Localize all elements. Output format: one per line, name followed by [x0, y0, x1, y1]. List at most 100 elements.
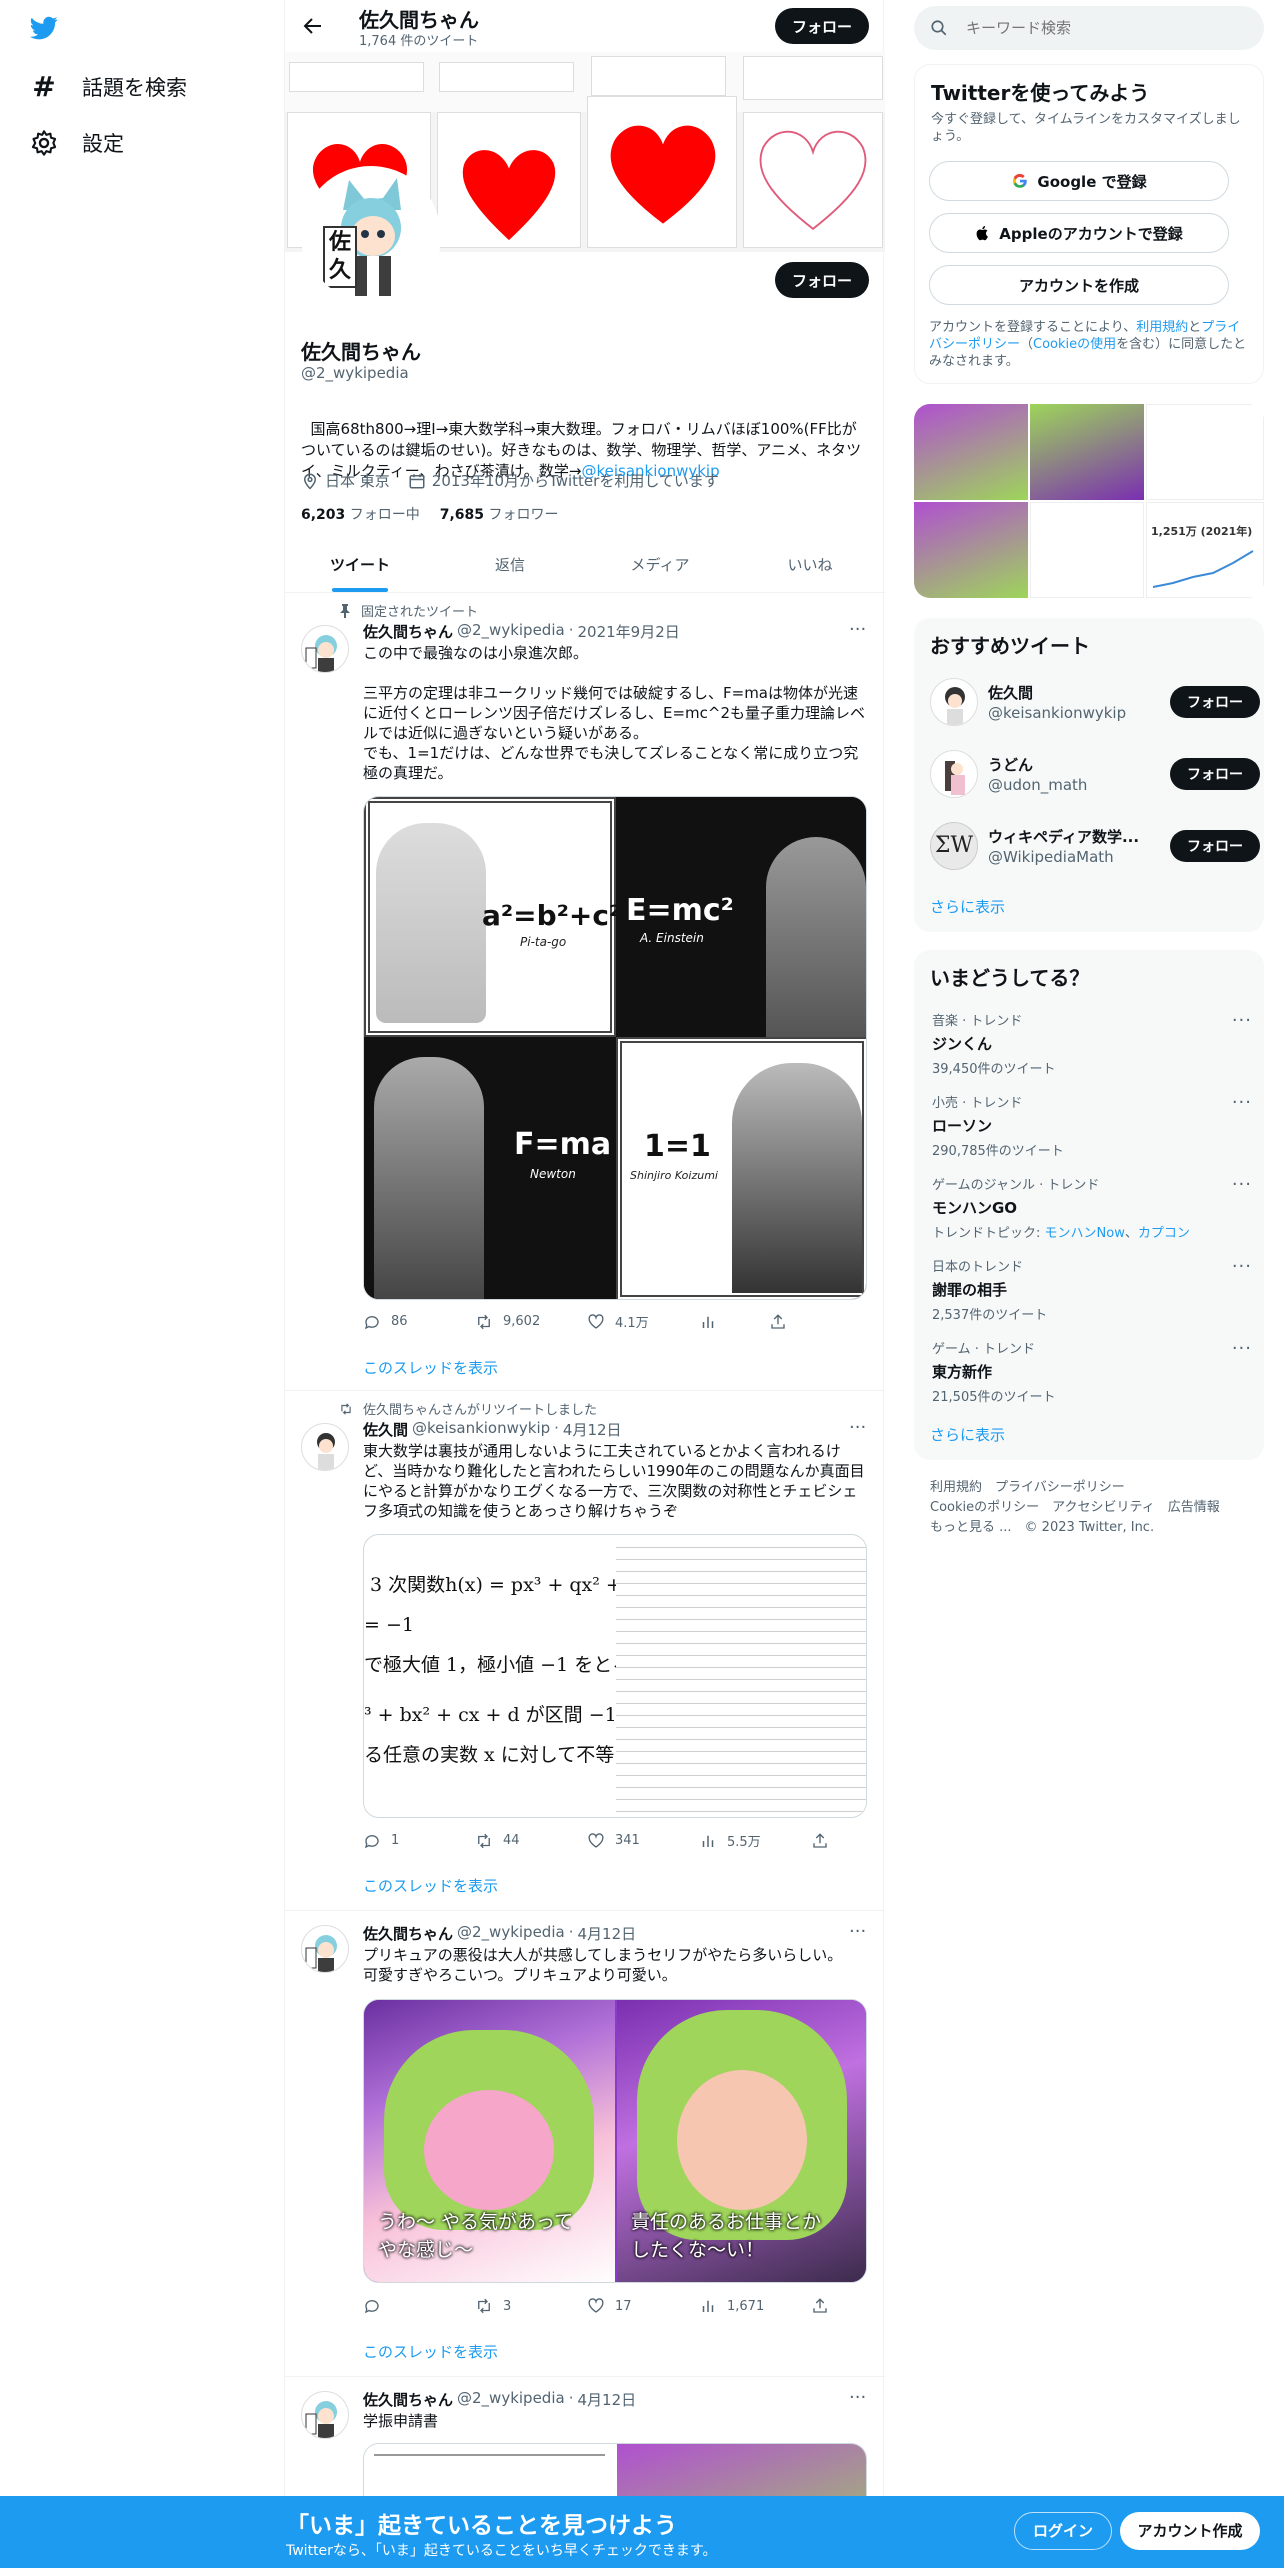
- tweet-date[interactable]: 4月12日: [577, 2389, 636, 2410]
- trend-topic-link[interactable]: カプコン: [1138, 1226, 1190, 1241]
- avatar[interactable]: [301, 1925, 349, 1973]
- retweet-button[interactable]: 9,602: [475, 1312, 587, 1331]
- create-account-button[interactable]: アカウントを作成: [929, 265, 1229, 305]
- more-icon[interactable]: ···: [849, 1417, 866, 1438]
- analytics-button[interactable]: [699, 1312, 769, 1331]
- more-icon[interactable]: ···: [1232, 1338, 1252, 1359]
- trend-item[interactable]: ゲームのジャンル · トレンド モンハンGO トレンドトピック: モンハンNow…: [932, 1174, 1252, 1241]
- tweet-author-handle[interactable]: @keisankionwykip: [412, 1419, 550, 1440]
- more-icon[interactable]: ···: [849, 619, 866, 640]
- media-thumb[interactable]: [1030, 502, 1144, 598]
- recommend-user[interactable]: ΣW ウィキペディア数学... @WikipediaMath フォロー: [928, 816, 1260, 876]
- footer-link[interactable]: Cookieのポリシー: [930, 1500, 1039, 1515]
- tweet-author-name[interactable]: 佐久間ちゃん: [363, 621, 453, 642]
- avatar[interactable]: [301, 1423, 349, 1471]
- recommend-user[interactable]: 佐久間 @keisankionwykip フォロー: [928, 672, 1260, 732]
- footer-link[interactable]: アクセシビリティ: [1052, 1500, 1155, 1515]
- tweet-image-pair[interactable]: うわ〜 やる気があって やな感じ〜 責任のあるお仕事とか したくな〜い！: [363, 1999, 867, 2283]
- apple-signup-button[interactable]: Appleのアカウントで登録: [929, 213, 1229, 253]
- tweet[interactable]: 固定されたツイート 佐久間ちゃん @2_wykipedia · 2021年9月2…: [285, 593, 885, 1391]
- footer-link[interactable]: 利用規約: [930, 1480, 982, 1495]
- share-button[interactable]: [811, 2297, 851, 2315]
- tweet-author-name[interactable]: 佐久間ちゃん: [363, 2389, 453, 2410]
- tab-replies[interactable]: 返信: [435, 540, 585, 592]
- like-button[interactable]: 4.1万: [587, 1312, 699, 1331]
- search-input[interactable]: [966, 19, 1226, 37]
- media-thumb[interactable]: [914, 404, 1028, 500]
- trend-item[interactable]: 日本のトレンド 謝罪の相手 2,537件のツイート ···: [932, 1256, 1252, 1323]
- more-icon[interactable]: ···: [1232, 1256, 1252, 1277]
- media-thumb[interactable]: [1030, 404, 1144, 500]
- tweet-image-grid[interactable]: a²=b²+c² Pi-ta-go E=mc² A. Einstein F=ma…: [363, 796, 867, 1300]
- more-icon[interactable]: ···: [849, 2387, 866, 2408]
- login-button[interactable]: ログイン: [1014, 2512, 1112, 2550]
- tweet-author-name[interactable]: 佐久間ちゃん: [363, 1923, 453, 1944]
- views-button[interactable]: 5.5万: [699, 1831, 811, 1850]
- trend-item[interactable]: 小売 · トレンド ローソン 290,785件のツイート ···: [932, 1092, 1252, 1159]
- show-thread-link[interactable]: このスレッドを表示: [363, 2341, 498, 2362]
- tweet-image-math[interactable]: 3 次関数h(x) = px³ + qx² + r = −1 で極大値 1，極小…: [363, 1534, 867, 1818]
- more-icon[interactable]: ···: [1232, 1174, 1252, 1195]
- following-stat[interactable]: 6,203 フォロー中: [301, 504, 420, 524]
- reply-button[interactable]: [363, 2297, 475, 2315]
- more-icon[interactable]: ···: [1232, 1010, 1252, 1031]
- reply-button[interactable]: 86: [363, 1312, 475, 1331]
- trend-item[interactable]: 音楽 · トレンド ジンくん 39,450件のツイート ···: [932, 1010, 1252, 1077]
- profile-avatar[interactable]: 佐久: [301, 166, 441, 306]
- share-button[interactable]: [811, 1831, 851, 1850]
- more-icon[interactable]: ···: [1232, 1092, 1252, 1113]
- header-follow-button[interactable]: フォロー: [775, 8, 869, 44]
- twitter-logo-icon[interactable]: [28, 14, 60, 42]
- recommend-show-more[interactable]: さらに表示: [930, 896, 1005, 917]
- recommend-follow-button[interactable]: フォロー: [1170, 830, 1260, 862]
- tweet[interactable]: 佐久間ちゃん @2_wykipedia · 4月12日 ··· プリキュアの悪役…: [285, 1911, 885, 2377]
- nav-explore[interactable]: # 話題を検索: [30, 70, 187, 103]
- media-thumb-chart: [1153, 550, 1254, 588]
- media-thumbnail-grid[interactable]: 1,251万 (2021年): [914, 404, 1264, 598]
- media-thumb[interactable]: [914, 502, 1028, 598]
- tweet-date[interactable]: 4月12日: [577, 1923, 636, 1944]
- media-thumb[interactable]: [1146, 404, 1264, 500]
- trend-topic-link[interactable]: モンハンNow: [1045, 1226, 1125, 1241]
- nav-settings[interactable]: 設定: [30, 128, 124, 158]
- tweet-author-handle[interactable]: @2_wykipedia: [457, 2389, 565, 2410]
- tweet-author-handle[interactable]: @2_wykipedia: [457, 621, 565, 642]
- footer-link[interactable]: 広告情報: [1168, 1500, 1220, 1515]
- avatar[interactable]: [301, 2391, 349, 2439]
- tweet[interactable]: 佐久間ちゃんさんがリツイートしました 佐久間 @keisankionwykip …: [285, 1391, 885, 1911]
- recommend-follow-button[interactable]: フォロー: [1170, 758, 1260, 790]
- back-arrow-icon[interactable]: [301, 14, 325, 38]
- cookie-link[interactable]: Cookieの使用: [1033, 337, 1116, 352]
- trend-item[interactable]: ゲーム · トレンド 東方新作 21,505件のツイート ···: [932, 1338, 1252, 1405]
- more-icon[interactable]: ···: [849, 1921, 866, 1942]
- like-button[interactable]: 17: [587, 2297, 699, 2315]
- trends-show-more[interactable]: さらに表示: [930, 1424, 1005, 1445]
- footer-more-link[interactable]: もっと見る ...: [930, 1520, 1012, 1535]
- tab-media[interactable]: メディア: [585, 540, 735, 592]
- media-thumb[interactable]: 1,251万 (2021年): [1146, 502, 1264, 598]
- signup-button[interactable]: アカウント作成: [1120, 2512, 1260, 2550]
- profile-follow-button[interactable]: フォロー: [775, 262, 869, 298]
- followers-stat[interactable]: 7,685 フォロワー: [440, 504, 559, 524]
- tweet-date[interactable]: 4月12日: [563, 1419, 622, 1440]
- terms-link[interactable]: 利用規約: [1136, 320, 1188, 335]
- share-button[interactable]: [769, 1312, 809, 1331]
- tweet-author-handle[interactable]: @2_wykipedia: [457, 1923, 565, 1944]
- views-button[interactable]: 1,671: [699, 2297, 811, 2315]
- retweet-button[interactable]: 44: [475, 1831, 587, 1850]
- reply-button[interactable]: 1: [363, 1831, 475, 1850]
- google-signup-button[interactable]: Google で登録: [929, 161, 1229, 201]
- recommend-follow-button[interactable]: フォロー: [1170, 686, 1260, 718]
- tab-likes[interactable]: いいね: [735, 540, 885, 592]
- tweet-author-name[interactable]: 佐久間: [363, 1419, 408, 1440]
- tab-tweets[interactable]: ツイート: [285, 540, 435, 592]
- tweet-date[interactable]: 2021年9月2日: [577, 621, 679, 642]
- search-box[interactable]: [914, 6, 1264, 50]
- retweet-button[interactable]: 3: [475, 2297, 587, 2315]
- recommend-user[interactable]: うどん @udon_math フォロー: [928, 744, 1260, 804]
- show-thread-link[interactable]: このスレッドを表示: [363, 1875, 498, 1896]
- footer-link[interactable]: プライバシーポリシー: [995, 1480, 1125, 1495]
- like-button[interactable]: 341: [587, 1831, 699, 1850]
- show-thread-link[interactable]: このスレッドを表示: [363, 1357, 498, 1378]
- avatar[interactable]: [301, 625, 349, 673]
